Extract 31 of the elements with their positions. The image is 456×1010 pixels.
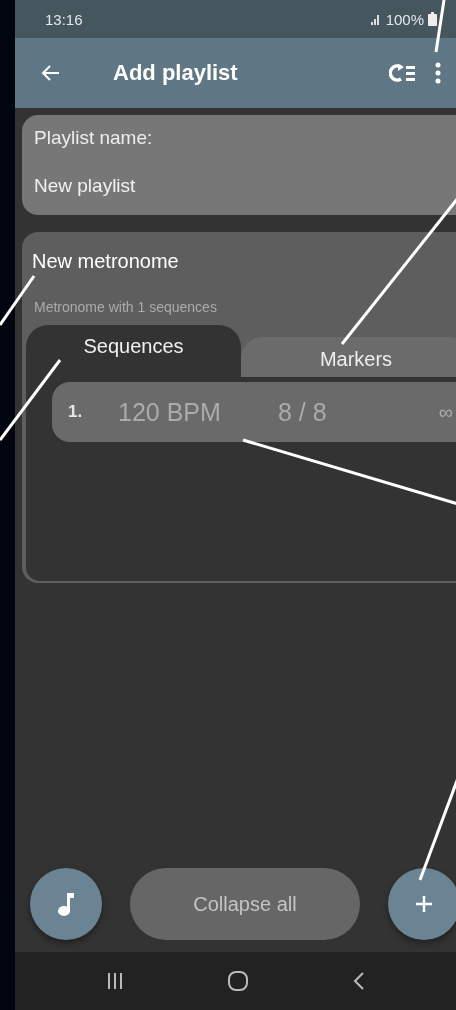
back-chevron-icon [353,971,365,991]
plus-icon [414,894,434,914]
recent-apps-button[interactable] [107,972,123,990]
home-icon [227,970,249,992]
sequence-meter: 8 / 8 [278,397,328,427]
music-note-button[interactable] [30,868,102,940]
field-label: Playlist name: [34,127,154,149]
playlist-name-field[interactable]: Playlist name: New playlist [22,115,456,215]
sequence-row[interactable]: 1. 120 BPM 8 / 8 ∞ [52,382,456,442]
recent-apps-icon [107,972,123,990]
sequence-number: 1. [68,402,84,422]
tab[interactable]: Markers [241,337,456,377]
add-button[interactable] [388,868,456,940]
battery-icon [428,12,437,26]
collapse-all-button[interactable]: Collapse all [130,868,360,940]
leader-line [0,275,36,326]
metronome-title: New metronome [32,250,180,273]
status-time: 13:16 [45,10,84,28]
battery-level: 100% [385,10,424,28]
metronome-subtitle: Metronome with 1 sequences [34,299,218,315]
sequence-repeat: ∞ [438,400,453,424]
leader-line [434,0,446,53]
signal-icon [369,13,382,25]
home-button[interactable] [227,970,249,992]
sequence-tempo: 120 BPM [118,397,222,427]
more-options-icon [435,62,441,84]
tab[interactable]: Sequences [26,325,241,377]
music-note-icon [57,891,75,917]
field-value: New playlist [34,175,137,198]
screen-title: Add playlist [113,60,239,86]
back-nav-button[interactable] [353,971,365,991]
